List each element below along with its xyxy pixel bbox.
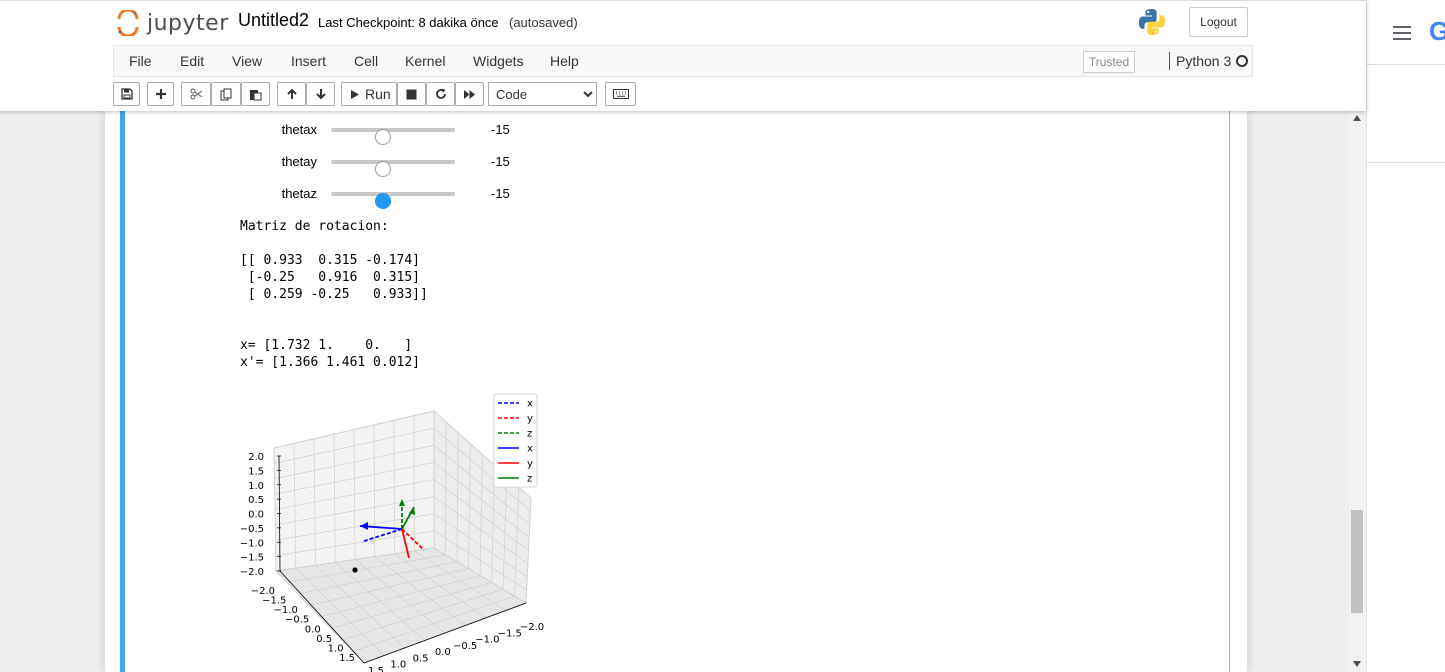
menu-kernel[interactable]: Kernel bbox=[405, 53, 445, 69]
page-scrollbar[interactable] bbox=[1349, 111, 1366, 672]
menu-edit[interactable]: Edit bbox=[180, 53, 204, 69]
menu-widgets[interactable]: Widgets bbox=[473, 53, 524, 69]
python-logo-icon bbox=[1137, 7, 1167, 37]
menu-view[interactable]: View bbox=[232, 53, 262, 69]
autosave-status: (autosaved) bbox=[509, 15, 578, 30]
copy-icon bbox=[220, 88, 231, 100]
menu-help[interactable]: Help bbox=[550, 53, 579, 69]
side-divider bbox=[1367, 162, 1445, 163]
notebook-name[interactable]: Untitled2 bbox=[238, 10, 309, 31]
stop-icon bbox=[406, 89, 417, 99]
run-button[interactable]: Run bbox=[341, 82, 397, 106]
jupyter-logo-text: jupyter bbox=[147, 10, 229, 36]
restart-button[interactable] bbox=[426, 82, 455, 106]
logout-button[interactable]: Logout bbox=[1189, 7, 1248, 37]
save-icon bbox=[120, 88, 133, 100]
scroll-up-icon[interactable] bbox=[1353, 115, 1361, 121]
fast-forward-icon bbox=[464, 89, 475, 99]
menu-cell[interactable]: Cell bbox=[354, 53, 378, 69]
trusted-indicator[interactable]: Trusted bbox=[1083, 51, 1135, 73]
move-down-button[interactable] bbox=[306, 82, 335, 106]
restart-run-all-button[interactable] bbox=[455, 82, 484, 106]
refresh-icon bbox=[435, 88, 446, 99]
scissors-icon bbox=[190, 88, 202, 100]
plus-icon bbox=[155, 89, 166, 99]
code-cell[interactable] bbox=[125, 111, 1230, 672]
scroll-down-icon[interactable] bbox=[1353, 661, 1361, 667]
paste-icon bbox=[250, 89, 262, 100]
header-top-bar: jupyter Untitled2 Last Checkpoint: 8 dak… bbox=[0, 0, 1366, 45]
kernel-separator bbox=[1169, 52, 1170, 70]
save-button[interactable] bbox=[113, 82, 140, 106]
arrow-up-icon bbox=[286, 88, 297, 99]
kernel-idle-icon bbox=[1236, 55, 1248, 67]
cut-button[interactable] bbox=[181, 82, 211, 106]
scrollbar-thumb[interactable] bbox=[1351, 510, 1363, 613]
menu-insert[interactable]: Insert bbox=[291, 53, 326, 69]
run-label: Run bbox=[365, 86, 391, 102]
notebook-header: jupyter Untitled2 Last Checkpoint: 8 dak… bbox=[0, 0, 1366, 111]
arrow-down-icon bbox=[315, 89, 326, 100]
jupyter-logo[interactable]: jupyter bbox=[117, 8, 229, 38]
keyboard-icon bbox=[612, 89, 629, 99]
paste-button[interactable] bbox=[241, 82, 270, 106]
command-palette-button[interactable] bbox=[605, 82, 636, 106]
move-up-button[interactable] bbox=[277, 82, 306, 106]
menu-file[interactable]: File bbox=[129, 53, 152, 69]
checkpoint-status: Last Checkpoint: 8 dakika önce bbox=[318, 15, 499, 30]
menu-bar: File Edit View Insert Cell Kernel Widget… bbox=[113, 45, 1253, 77]
hamburger-menu-icon[interactable] bbox=[1393, 26, 1411, 40]
jupyter-logo-icon bbox=[117, 8, 139, 38]
side-divider bbox=[1367, 64, 1445, 65]
kernel-name[interactable]: Python 3 bbox=[1176, 53, 1231, 69]
insert-cell-button[interactable] bbox=[147, 82, 174, 106]
google-logo-icon: G bbox=[1429, 16, 1445, 46]
interrupt-button[interactable] bbox=[397, 82, 426, 106]
copy-button[interactable] bbox=[211, 82, 241, 106]
cell-type-select[interactable]: Code bbox=[488, 82, 597, 106]
toolbar: Run Code bbox=[0, 77, 1366, 111]
play-icon bbox=[351, 89, 359, 99]
side-panel: G bbox=[1366, 0, 1445, 672]
